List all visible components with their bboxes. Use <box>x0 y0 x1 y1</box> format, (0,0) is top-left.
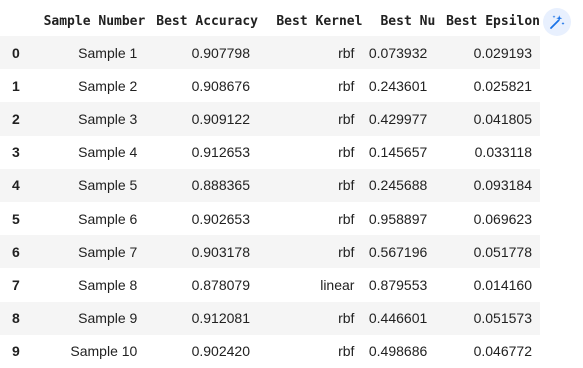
cell-best-epsilon: 0.051573 <box>473 310 532 327</box>
table-row: 6 Sample 7 0.903178 rbf 0.567196 0.051778 <box>0 235 540 269</box>
magic-wand-button[interactable] <box>543 8 571 36</box>
cell-sample-number: Sample 10 <box>70 343 138 360</box>
cell-best-epsilon: 0.025821 <box>473 77 532 94</box>
column-header-sample-number: Sample Number <box>43 13 146 29</box>
row-index: 8 <box>12 310 20 327</box>
cell-best-epsilon: 0.014160 <box>473 276 532 293</box>
cell-best-kernel: linear <box>320 276 355 293</box>
cell-best-accuracy: 0.907798 <box>191 44 250 61</box>
cell-sample-number: Sample 1 <box>78 44 138 61</box>
cell-sample-number: Sample 2 <box>78 77 138 94</box>
table-row: 9 Sample 10 0.902420 rbf 0.498686 0.046772 <box>0 334 540 368</box>
cell-best-kernel: rbf <box>338 177 355 194</box>
cell-sample-number: Sample 8 <box>78 276 138 293</box>
cell-best-nu: 0.958897 <box>368 210 428 227</box>
cell-best-kernel: rbf <box>338 343 355 360</box>
column-header-best-accuracy: Best Accuracy <box>156 13 258 29</box>
cell-best-kernel: rbf <box>338 110 355 127</box>
cell-best-kernel: rbf <box>338 144 355 161</box>
magic-wand-sparkle-icon <box>550 15 565 29</box>
cell-sample-number: Sample 4 <box>78 144 138 161</box>
table-body: 0 Sample 1 0.907798 rbf 0.073932 0.029193 1 Sam… <box>0 36 540 368</box>
row-index: 0 <box>12 44 20 61</box>
index-column-header <box>0 6 35 36</box>
table-row: 4 Sample 5 0.888365 rbf 0.245688 0.093184 <box>0 168 540 202</box>
cell-best-accuracy: 0.888365 <box>191 177 250 194</box>
row-index: 3 <box>12 144 20 161</box>
cell-best-nu: 0.498686 <box>368 343 428 360</box>
cell-best-accuracy: 0.909122 <box>191 110 250 127</box>
cell-best-epsilon: 0.029193 <box>473 44 532 61</box>
cell-best-accuracy: 0.902420 <box>191 343 250 360</box>
cell-best-epsilon: 0.033118 <box>474 144 532 161</box>
cell-best-accuracy: 0.902653 <box>191 210 250 227</box>
table-row: 0 Sample 1 0.907798 rbf 0.073932 0.029193 <box>0 36 540 70</box>
cell-best-accuracy: 0.878079 <box>191 276 250 293</box>
row-index: 2 <box>12 110 20 127</box>
cell-best-kernel: rbf <box>338 44 355 61</box>
cell-best-accuracy: 0.908676 <box>191 77 250 94</box>
cell-best-nu: 0.145657 <box>368 144 428 161</box>
cell-best-nu: 0.446601 <box>368 310 428 327</box>
table-header-row: Sample Number Best Accuracy Best Kernel … <box>0 6 540 36</box>
cell-sample-number: Sample 6 <box>78 210 138 227</box>
table-row: 7 Sample 8 0.878079 linear 0.879553 0.014160 <box>0 268 540 302</box>
cell-best-kernel: rbf <box>338 310 355 327</box>
row-index: 1 <box>12 77 20 94</box>
column-header-best-nu: Best Nu <box>380 13 436 29</box>
row-index: 7 <box>12 276 20 293</box>
cell-best-nu: 0.567196 <box>368 243 428 260</box>
cell-best-accuracy: 0.912653 <box>191 144 250 161</box>
dataframe-output: Sample Number Best Accuracy Best Kernel … <box>0 6 540 368</box>
cell-sample-number: Sample 5 <box>78 177 138 194</box>
row-index: 6 <box>12 243 20 260</box>
dataframe-table: Sample Number Best Accuracy Best Kernel … <box>0 6 540 368</box>
row-index: 4 <box>12 177 20 194</box>
table-row: 1 Sample 2 0.908676 rbf 0.243601 0.025821 <box>0 69 540 103</box>
cell-best-nu: 0.243601 <box>368 77 428 94</box>
cell-best-epsilon: 0.093184 <box>473 177 532 194</box>
row-index: 9 <box>12 343 20 360</box>
column-header-best-kernel: Best Kernel <box>276 13 363 29</box>
cell-sample-number: Sample 9 <box>78 310 138 327</box>
cell-best-accuracy: 0.912081 <box>191 310 250 327</box>
cell-best-epsilon: 0.051778 <box>473 243 532 260</box>
cell-sample-number: Sample 3 <box>78 110 138 127</box>
cell-best-accuracy: 0.903178 <box>191 243 250 260</box>
table-row: 2 Sample 3 0.909122 rbf 0.429977 0.041805 <box>0 102 540 136</box>
column-header-best-epsilon: Best Epsilon <box>446 13 540 29</box>
cell-best-nu: 0.879553 <box>368 276 428 293</box>
cell-sample-number: Sample 7 <box>78 243 138 260</box>
table-row: 8 Sample 9 0.912081 rbf 0.446601 0.051573 <box>0 301 540 335</box>
cell-best-epsilon: 0.069623 <box>473 210 532 227</box>
cell-best-nu: 0.073932 <box>368 44 428 61</box>
cell-best-epsilon: 0.046772 <box>473 343 532 360</box>
table-row: 3 Sample 4 0.912653 rbf 0.145657 0.033118 <box>0 135 540 169</box>
cell-best-nu: 0.245688 <box>368 177 428 194</box>
cell-best-kernel: rbf <box>338 210 355 227</box>
row-index: 5 <box>12 210 20 227</box>
table-row: 5 Sample 6 0.902653 rbf 0.958897 0.069623 <box>0 201 540 236</box>
cell-best-epsilon: 0.041805 <box>473 110 532 127</box>
cell-best-kernel: rbf <box>338 77 355 94</box>
cell-best-kernel: rbf <box>338 243 355 260</box>
cell-best-nu: 0.429977 <box>368 110 428 127</box>
